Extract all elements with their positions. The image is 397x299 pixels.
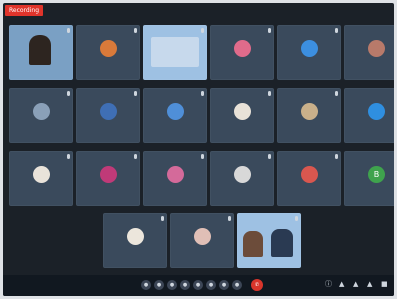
meeting-toolbar: ● ● ● ● ● ● ● ● ✆ ⓘ ▲ ▲ ▲ ■: [3, 275, 394, 296]
user-avatar-icon: [301, 40, 318, 58]
lock-icon[interactable]: ■: [381, 280, 388, 288]
participant-tile[interactable]: [143, 25, 207, 80]
user-avatar-icon: [100, 166, 117, 184]
people-icon[interactable]: ▲: [339, 280, 344, 288]
user-avatar-icon: [234, 40, 251, 58]
mic-icon: [335, 154, 338, 159]
participant-tile[interactable]: [9, 25, 73, 80]
mic-icon: [134, 91, 137, 96]
mic-icon: [268, 28, 271, 33]
chat-icon[interactable]: ▲: [353, 280, 358, 288]
mic-icon: [201, 28, 204, 33]
mic-icon: [335, 28, 338, 33]
more-icon[interactable]: ●: [219, 280, 229, 290]
person-video-icon: [29, 35, 51, 65]
participant-tile[interactable]: [103, 213, 167, 268]
participant-tile[interactable]: [210, 151, 274, 206]
participant-tile[interactable]: [277, 151, 341, 206]
participant-tile[interactable]: [76, 151, 140, 206]
participants-icon[interactable]: ●: [180, 280, 190, 290]
participant-tile[interactable]: [9, 151, 73, 206]
participant-tile[interactable]: [210, 88, 274, 143]
mic-icon: [295, 216, 298, 221]
participant-tile[interactable]: [143, 151, 207, 206]
user-avatar-icon: [368, 40, 385, 58]
mic-icon: [67, 28, 70, 33]
end-call-button[interactable]: ✆: [251, 279, 263, 291]
mic-icon: [67, 91, 70, 96]
person-video-icon: [243, 231, 263, 257]
mic-icon: [201, 91, 204, 96]
participant-tile[interactable]: B: [344, 151, 394, 206]
participant-tile[interactable]: [76, 88, 140, 143]
mic-icon: [201, 154, 204, 159]
camera-icon[interactable]: ●: [154, 280, 164, 290]
user-avatar-icon: B: [368, 166, 385, 184]
user-avatar-icon: [100, 40, 117, 58]
user-avatar-icon: [368, 103, 385, 121]
info-icon[interactable]: ⓘ: [325, 280, 332, 288]
participant-tile[interactable]: [170, 213, 234, 268]
recording-badge: Recording: [5, 5, 44, 16]
user-avatar-icon: [127, 228, 144, 246]
user-avatar-icon: [234, 103, 251, 121]
chat-icon[interactable]: ●: [193, 280, 203, 290]
participant-tile[interactable]: [277, 88, 341, 143]
user-avatar-icon: [194, 228, 211, 246]
participant-tile[interactable]: [210, 25, 274, 80]
participant-tile[interactable]: [344, 88, 394, 143]
raise-hand-icon[interactable]: ●: [206, 280, 216, 290]
mic-icon: [161, 216, 164, 221]
participant-tile[interactable]: [76, 25, 140, 80]
participant-tile[interactable]: [237, 213, 301, 268]
share-icon[interactable]: ●: [167, 280, 177, 290]
mic-icon: [67, 154, 70, 159]
participant-tile[interactable]: [344, 25, 394, 80]
mic-icon: [134, 28, 137, 33]
user-avatar-icon: [167, 103, 184, 121]
mic-icon: [335, 91, 338, 96]
user-avatar-icon: [234, 166, 251, 184]
mic-icon[interactable]: ●: [141, 280, 151, 290]
participant-tile[interactable]: [277, 25, 341, 80]
person-video-icon: [271, 229, 293, 257]
participant-tile[interactable]: [9, 88, 73, 143]
activities-icon[interactable]: ▲: [367, 280, 372, 288]
user-avatar-icon: [301, 166, 318, 184]
settings-icon[interactable]: ●: [232, 280, 242, 290]
user-avatar-icon: [301, 103, 318, 121]
meeting-window: Recording B ● ● ● ● ● ● ● ● ✆ ⓘ ▲ ▲ ▲ ■: [3, 3, 394, 296]
participant-tile[interactable]: [143, 88, 207, 143]
mic-icon: [228, 216, 231, 221]
user-avatar-icon: [33, 166, 50, 184]
shared-video-icon: [151, 37, 199, 67]
user-avatar-icon: [167, 166, 184, 184]
mic-icon: [268, 154, 271, 159]
user-avatar-icon: [100, 103, 117, 121]
user-avatar-icon: [33, 103, 50, 121]
mic-icon: [268, 91, 271, 96]
mic-icon: [134, 154, 137, 159]
